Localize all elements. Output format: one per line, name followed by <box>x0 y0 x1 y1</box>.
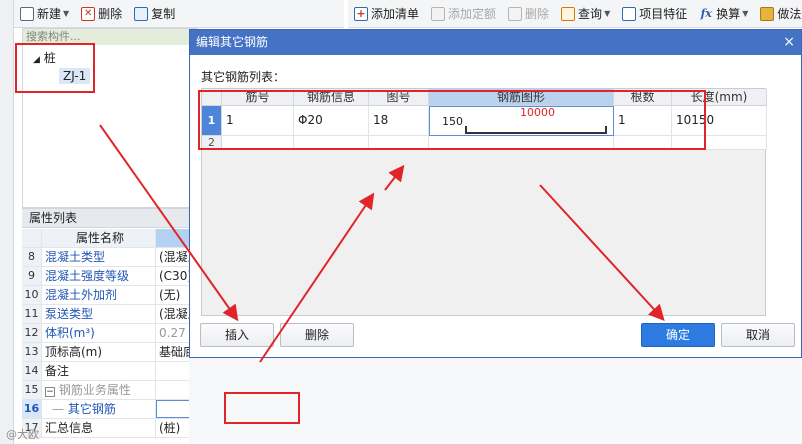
add-quota-icon <box>431 6 446 21</box>
query-icon <box>561 6 576 21</box>
property-list-title: 属性列表 <box>22 208 198 228</box>
query-label: 查询 <box>578 7 603 21</box>
ok-button[interactable]: 确定 <box>641 323 715 347</box>
dialog-titlebar: 编辑其它钢筋 × <box>190 30 801 55</box>
new-button[interactable]: 新建 ▼ <box>14 2 75 26</box>
copy-button[interactable]: 复制 <box>128 2 181 26</box>
tree-highlight-box <box>15 43 95 93</box>
project-feature-icon <box>622 6 637 21</box>
delete-quota-label: 删除 <box>525 7 550 21</box>
left-edge-strip <box>0 0 14 444</box>
caret-down-icon: ▼ <box>63 9 70 18</box>
property-name-header: 属性名称 <box>42 229 156 247</box>
delete-component-button[interactable]: ✕ 删除 <box>75 2 128 26</box>
close-icon[interactable]: × <box>783 30 795 54</box>
fx-icon: fx <box>700 6 712 20</box>
delete-label: 删除 <box>98 7 123 21</box>
rebar-list-label: 其它钢筋列表： <box>201 70 286 84</box>
table-highlight-box <box>198 90 706 150</box>
insert-button[interactable]: 插入 <box>200 323 274 347</box>
query-button[interactable]: 查询 ▼ <box>555 2 616 26</box>
copy-label: 复制 <box>151 7 176 21</box>
component-tree: 搜索构件... ◢ 桩 ZJ-1 <box>15 28 198 208</box>
method-brush-button[interactable]: 做法刷 <box>754 2 802 26</box>
edit-other-rebar-dialog: 编辑其它钢筋 × 其它钢筋列表： 筋号 钢筋信息 图号 钢筋图形 根数 长度(m… <box>189 29 802 358</box>
watermark: @大欧 <box>6 428 39 441</box>
group-collapse-icon[interactable]: − <box>45 387 55 397</box>
brush-icon <box>760 6 775 21</box>
convert-button[interactable]: fx 换算 ▼ <box>693 2 754 26</box>
ellipsis-highlight-box <box>224 392 300 424</box>
component-toolbar: 新建 ▼ ✕ 删除 复制 <box>14 0 344 28</box>
new-icon <box>20 6 34 21</box>
caret-down-icon: ▼ <box>742 9 749 18</box>
add-list-icon: + <box>354 6 368 21</box>
add-list-button[interactable]: + 添加清单 <box>348 2 425 26</box>
copy-icon <box>134 6 149 21</box>
project-feature-label: 项目特征 <box>639 7 688 21</box>
dialog-title: 编辑其它钢筋 <box>196 35 269 49</box>
add-quota-label: 添加定额 <box>448 7 497 21</box>
convert-label: 换算 <box>716 7 741 21</box>
new-label: 新建 <box>37 7 62 21</box>
delete-row-button[interactable]: 删除 <box>280 323 354 347</box>
delete-quota-icon <box>508 6 523 21</box>
delete-quota-button[interactable]: 删除 <box>502 2 555 26</box>
add-list-label: 添加清单 <box>371 7 420 21</box>
method-brush-label: 做法刷 <box>777 7 802 21</box>
add-quota-button[interactable]: 添加定额 <box>425 2 502 26</box>
project-feature-button[interactable]: 项目特征 <box>616 2 693 26</box>
cancel-button[interactable]: 取消 <box>721 323 795 347</box>
delete-icon: ✕ <box>81 6 96 21</box>
quota-toolbar: + 添加清单 添加定额 删除 查询 ▼ 项目特征 fx 换算 ▼ 做法刷 <box>348 0 802 28</box>
caret-down-icon: ▼ <box>604 9 611 18</box>
